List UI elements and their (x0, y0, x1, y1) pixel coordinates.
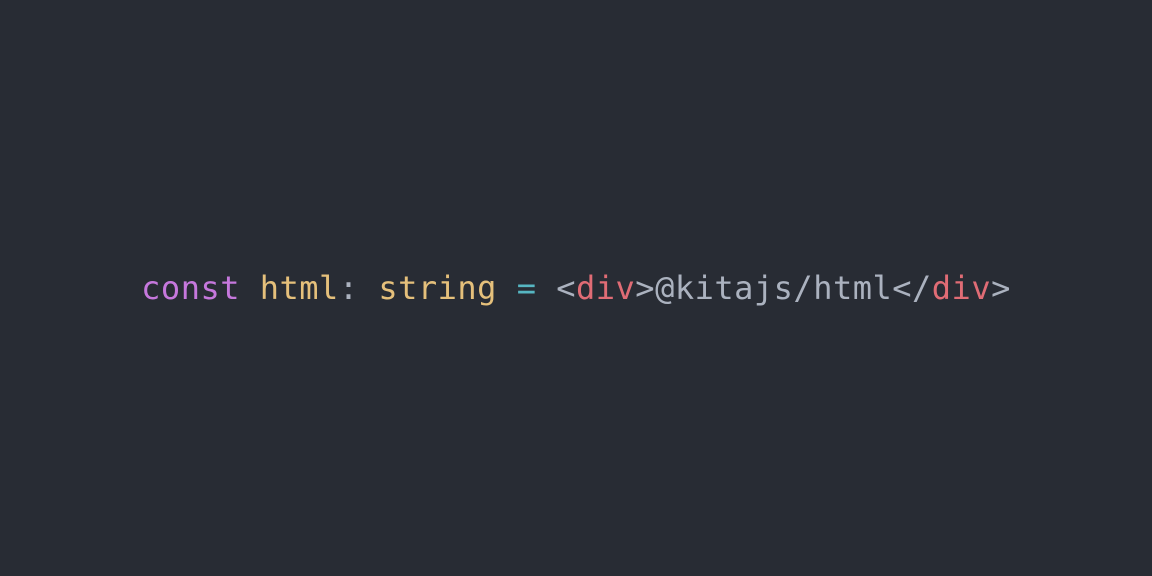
variable-name: html (260, 269, 339, 307)
open-angle-bracket: < (556, 269, 576, 307)
jsx-text-content: @kitajs/html (655, 269, 892, 307)
open-close-angle-bracket: </ (892, 269, 932, 307)
keyword-const: const (141, 269, 240, 307)
colon-punct: : (339, 269, 359, 307)
code-snippet: const html: string = <div>@kitajs/html</… (141, 269, 1011, 307)
jsx-close-tag: div (932, 269, 991, 307)
type-annotation: string (378, 269, 497, 307)
jsx-open-tag: div (576, 269, 635, 307)
equals-operator: = (517, 269, 537, 307)
final-close-angle-bracket: > (991, 269, 1011, 307)
close-angle-bracket: > (635, 269, 655, 307)
